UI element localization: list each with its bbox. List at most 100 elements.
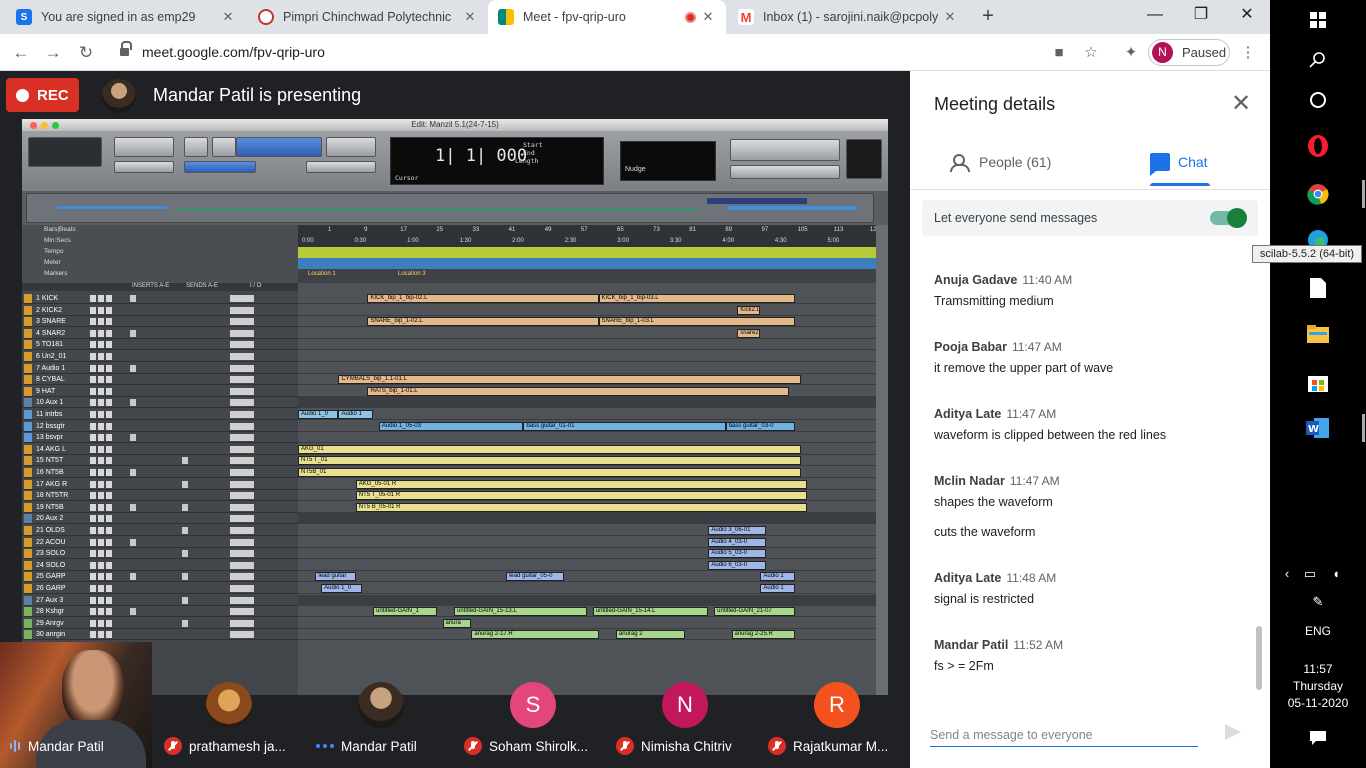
track-row: 26 GARP — [22, 583, 298, 594]
bookmark-star-icon[interactable]: ☆ — [1081, 43, 1101, 63]
maximize-button[interactable]: ❐ — [1178, 0, 1224, 30]
track-lane — [298, 409, 876, 420]
recording-badge[interactable]: REC — [6, 78, 79, 112]
reload-icon[interactable]: ↻ — [73, 40, 99, 66]
chat-scrollbar[interactable] — [1256, 626, 1262, 690]
file-explorer-icon[interactable] — [1300, 316, 1336, 352]
volume-icon[interactable]: ◖ — [1326, 566, 1346, 582]
audio-clip: anurag 2-25.R — [731, 630, 796, 640]
profile-button[interactable]: N Paused — [1148, 39, 1230, 66]
track-name: 13 bsvpr — [36, 434, 63, 442]
browser-tab-polytechnic[interactable]: Pimpri Chinchwad Polytechnic ✕ — [248, 0, 488, 34]
track-name: 5 TO181 — [36, 341, 63, 349]
browser-tab-inbox[interactable]: M Inbox (1) - sarojini.naik@pcpolyte ✕ — [728, 0, 968, 34]
participant-tile[interactable]: R Rajatkumar M... — [760, 642, 912, 768]
track-io — [230, 329, 254, 337]
audio-clip: SNARE_bip_1-03.L — [598, 317, 796, 327]
browser-tab-meet[interactable]: Meet - fpv-qrip-uro ✕ — [488, 0, 726, 34]
new-tab-button[interactable]: + — [976, 4, 1000, 28]
opera-icon[interactable] — [1300, 128, 1336, 164]
tab-chat[interactable]: Chat — [1150, 141, 1210, 186]
store-icon[interactable] — [1300, 364, 1336, 400]
file-icon[interactable] — [1300, 270, 1336, 306]
ruler-label: Meter — [44, 259, 61, 266]
insert-slot — [130, 434, 136, 442]
track-buttons — [90, 295, 114, 302]
track-color-swatch — [24, 294, 32, 303]
participant-name: Soham Shirolk... — [489, 738, 589, 754]
insert-slot — [130, 364, 136, 372]
track-row: 23 SOLO — [22, 548, 298, 560]
camera-in-use-icon[interactable]: ■ — [1049, 43, 1069, 63]
tab-people[interactable]: People (61) — [950, 141, 1051, 183]
track-name: 28 Kshgr — [36, 608, 65, 616]
track-lane — [298, 594, 876, 606]
track-row: 3 SNARE — [22, 316, 298, 328]
message-sender: Anuja Gadave — [934, 273, 1018, 287]
bar-tick-label: 73 — [653, 227, 660, 233]
tool-pencil — [326, 137, 376, 157]
message-sender: Aditya Late — [934, 407, 1002, 421]
track-lane — [298, 618, 876, 629]
panel-title: Meeting details — [934, 94, 1056, 114]
track-color-swatch — [24, 421, 32, 431]
battery-icon[interactable]: ▭ — [1300, 566, 1320, 582]
mic-off-icon — [164, 737, 182, 755]
time-tick-label: 2:30 — [564, 238, 577, 244]
close-tab-icon[interactable]: ✕ — [462, 9, 478, 25]
chat-message: Aditya Late 11:47 AM waveform is clipped … — [934, 405, 1254, 442]
track-color-swatch — [24, 317, 32, 327]
track-io — [230, 561, 254, 569]
participant-tile[interactable]: Mandar Patil — [304, 642, 456, 768]
pen-icon[interactable]: ✎ — [1306, 594, 1330, 610]
track-row: 13 bsvpr — [22, 432, 298, 444]
close-window-button[interactable]: ✕ — [1224, 0, 1270, 30]
notifications-icon[interactable] — [1300, 720, 1336, 756]
presenter-avatar — [102, 79, 136, 113]
send-messages-toggle[interactable] — [1210, 208, 1247, 228]
forward-icon[interactable]: → — [40, 40, 66, 66]
input-language[interactable]: ENG — [1270, 624, 1366, 639]
search-icon[interactable] — [1300, 42, 1336, 78]
track-row: 15 NT5T — [22, 455, 298, 467]
extensions-puzzle-icon[interactable]: ✦ — [1121, 43, 1141, 63]
back-icon[interactable]: ← — [8, 40, 34, 66]
close-panel-icon[interactable]: ✕ — [1228, 91, 1254, 117]
track-name: 18 NT5TR — [36, 492, 69, 500]
transport-buttons — [730, 139, 840, 161]
address-bar[interactable]: meet.google.com/fpv-qrip-uro — [108, 38, 1108, 67]
minimize-button[interactable]: — — [1132, 0, 1178, 30]
close-tab-icon[interactable]: ✕ — [700, 9, 716, 25]
task-view-icon[interactable] — [1300, 82, 1336, 118]
close-tab-icon[interactable]: ✕ — [942, 9, 958, 25]
participant-tile[interactable]: prathamesh ja... — [152, 642, 304, 768]
send-message-icon[interactable] — [1222, 721, 1244, 743]
track-row: 5 TO181 — [22, 339, 298, 351]
participant-name-row: Mandar Patil — [10, 737, 152, 755]
participant-tile[interactable]: N Nimisha Chitriv — [608, 642, 760, 768]
clock-time[interactable]: 11:57 — [1270, 662, 1366, 677]
participant-name: Nimisha Chitriv — [641, 738, 732, 754]
close-tab-icon[interactable]: ✕ — [220, 9, 236, 25]
browser-toolbar: ← → ↻ meet.google.com/fpv-qrip-uro ■ ☆ ✦… — [0, 34, 1270, 71]
insert-slot — [130, 573, 136, 581]
bar-tick-label: 81 — [689, 227, 696, 233]
word-icon[interactable]: W — [1300, 410, 1365, 446]
track-color-swatch — [24, 328, 32, 338]
track-io — [230, 434, 254, 442]
chrome-icon[interactable] — [1300, 176, 1365, 212]
time-tick-label: 3:30 — [669, 238, 682, 244]
audio-clip: bass guitar_01-01 — [523, 421, 726, 431]
chat-message-input[interactable] — [930, 723, 1198, 747]
windows-start-icon[interactable] — [1300, 2, 1336, 38]
tray-chevron-icon[interactable]: ‹ — [1278, 566, 1296, 582]
track-lane — [298, 537, 876, 548]
participant-tile[interactable]: S Soham Shirolk... — [456, 642, 608, 768]
bar-tick-label: 65 — [617, 227, 624, 233]
send-slot — [182, 596, 188, 604]
track-buttons — [90, 538, 114, 546]
kebab-menu-icon[interactable]: ⋮ — [1238, 43, 1258, 63]
message-text: it remove the upper part of wave — [934, 361, 1114, 375]
participant-tile-self[interactable]: Mandar Patil — [0, 642, 152, 768]
browser-tab-signed-in[interactable]: S You are signed in as emp29 ✕ — [6, 0, 246, 34]
